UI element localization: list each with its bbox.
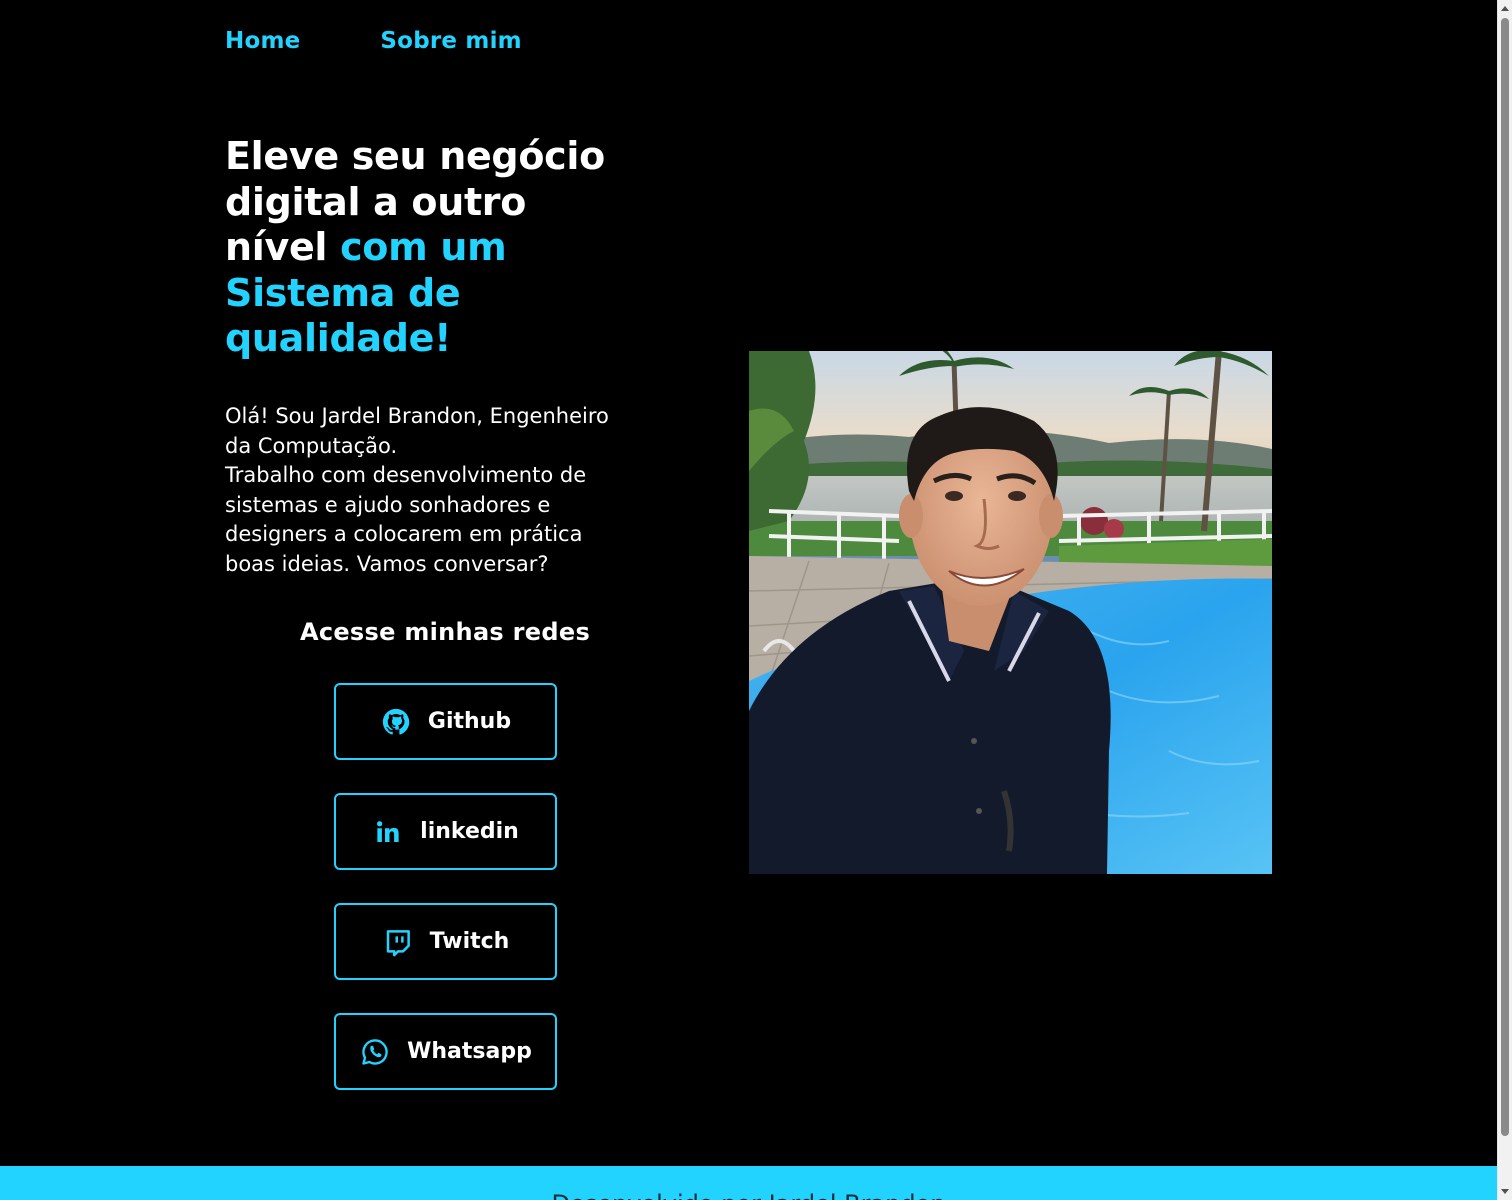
twitch-icon xyxy=(382,926,414,958)
linkedin-label: linkedin xyxy=(420,819,519,844)
footer-text: Desenvolvido por Jardel Brandon xyxy=(0,1190,1497,1200)
whatsapp-icon xyxy=(359,1036,391,1068)
intro-text: Olá! Sou Jardel Brandon, Engenheiro da C… xyxy=(225,402,675,580)
github-button[interactable]: Github xyxy=(334,683,557,760)
headline-line-1: Eleve seu negócio xyxy=(225,134,605,178)
whatsapp-button[interactable]: Whatsapp xyxy=(334,1013,557,1090)
headline-line-4-accent: Sistema de xyxy=(225,270,461,315)
hero-headline: Eleve seu negócio digital a outro nível … xyxy=(225,134,695,362)
intro-line: designers a colocarem em prática xyxy=(225,522,583,547)
github-icon xyxy=(380,706,412,738)
headline-line-5-accent: qualidade! xyxy=(225,316,452,360)
twitch-label: Twitch xyxy=(429,929,510,954)
linkedin-icon xyxy=(372,816,404,848)
footer: Desenvolvido por Jardel Brandon xyxy=(0,1166,1497,1200)
nav-sobre-mim-link[interactable]: Sobre mim xyxy=(380,28,521,54)
page: Home Sobre mim Eleve seu negócio digital… xyxy=(0,0,1512,1200)
intro-line: Olá! Sou Jardel Brandon, Engenheiro xyxy=(225,404,609,428)
intro-line: Trabalho com desenvolvimento de xyxy=(225,463,587,488)
intro-line: boas ideias. Vamos conversar? xyxy=(225,551,549,576)
twitch-button[interactable]: Twitch xyxy=(334,903,557,980)
intro-line: sistemas e ajudo sonhadores e xyxy=(225,492,551,517)
whatsapp-label: Whatsapp xyxy=(407,1039,532,1064)
headline-line-2: digital a outro xyxy=(225,179,527,224)
github-label: Github xyxy=(427,709,512,734)
scrollbar-thumb[interactable] xyxy=(1501,18,1509,1136)
scroll-up-arrow-icon[interactable] xyxy=(1501,6,1509,11)
nav-home-link[interactable]: Home xyxy=(225,28,300,54)
vertical-scrollbar[interactable] xyxy=(1497,0,1512,1200)
scroll-down-arrow-icon[interactable] xyxy=(1501,1189,1509,1194)
intro-line: da Computação. xyxy=(225,433,398,458)
headline-line-3: nível xyxy=(225,225,341,269)
social-title: Acesse minhas redes xyxy=(299,618,591,646)
headline-line-3-accent: com um xyxy=(340,225,507,269)
profile-photo xyxy=(749,351,1272,874)
linkedin-button[interactable]: linkedin xyxy=(334,793,557,870)
top-nav: Home Sobre mim xyxy=(225,28,522,54)
